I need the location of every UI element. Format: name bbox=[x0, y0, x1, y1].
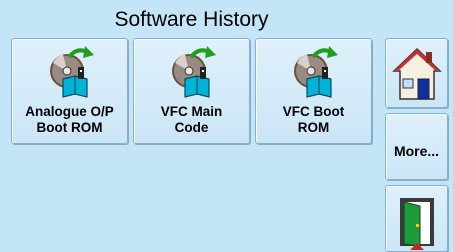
tile-label-line2: ROM bbox=[297, 120, 330, 135]
tile-label-line2: Boot ROM bbox=[36, 120, 103, 135]
tile-label: Analogue O/P Boot ROM bbox=[12, 104, 127, 136]
tile-label: VFC Main Code bbox=[134, 104, 249, 136]
exit-door-icon bbox=[400, 198, 434, 250]
tile-label-line1: VFC Main bbox=[160, 104, 223, 119]
vfc-boot-rom-button[interactable]: VFC Boot ROM bbox=[255, 38, 372, 144]
home-button[interactable] bbox=[385, 38, 448, 108]
more-button[interactable]: More... bbox=[385, 113, 448, 180]
software-cd-book-icon bbox=[294, 46, 338, 98]
more-button-label: More... bbox=[393, 143, 440, 159]
software-cd-book-icon bbox=[50, 46, 94, 98]
vfc-main-code-button[interactable]: VFC Main Code bbox=[133, 38, 250, 144]
home-icon bbox=[392, 47, 442, 100]
exit-button[interactable] bbox=[385, 185, 448, 252]
software-cd-book-icon bbox=[172, 46, 216, 98]
tile-label-line1: Analogue O/P bbox=[25, 104, 114, 119]
tile-label: VFC Boot ROM bbox=[256, 104, 371, 136]
page-title: Software History bbox=[114, 8, 269, 31]
tile-label-line2: Code bbox=[174, 120, 209, 135]
tile-label-line1: VFC Boot bbox=[282, 104, 345, 119]
analogue-op-boot-rom-button[interactable]: Analogue O/P Boot ROM bbox=[11, 38, 128, 144]
